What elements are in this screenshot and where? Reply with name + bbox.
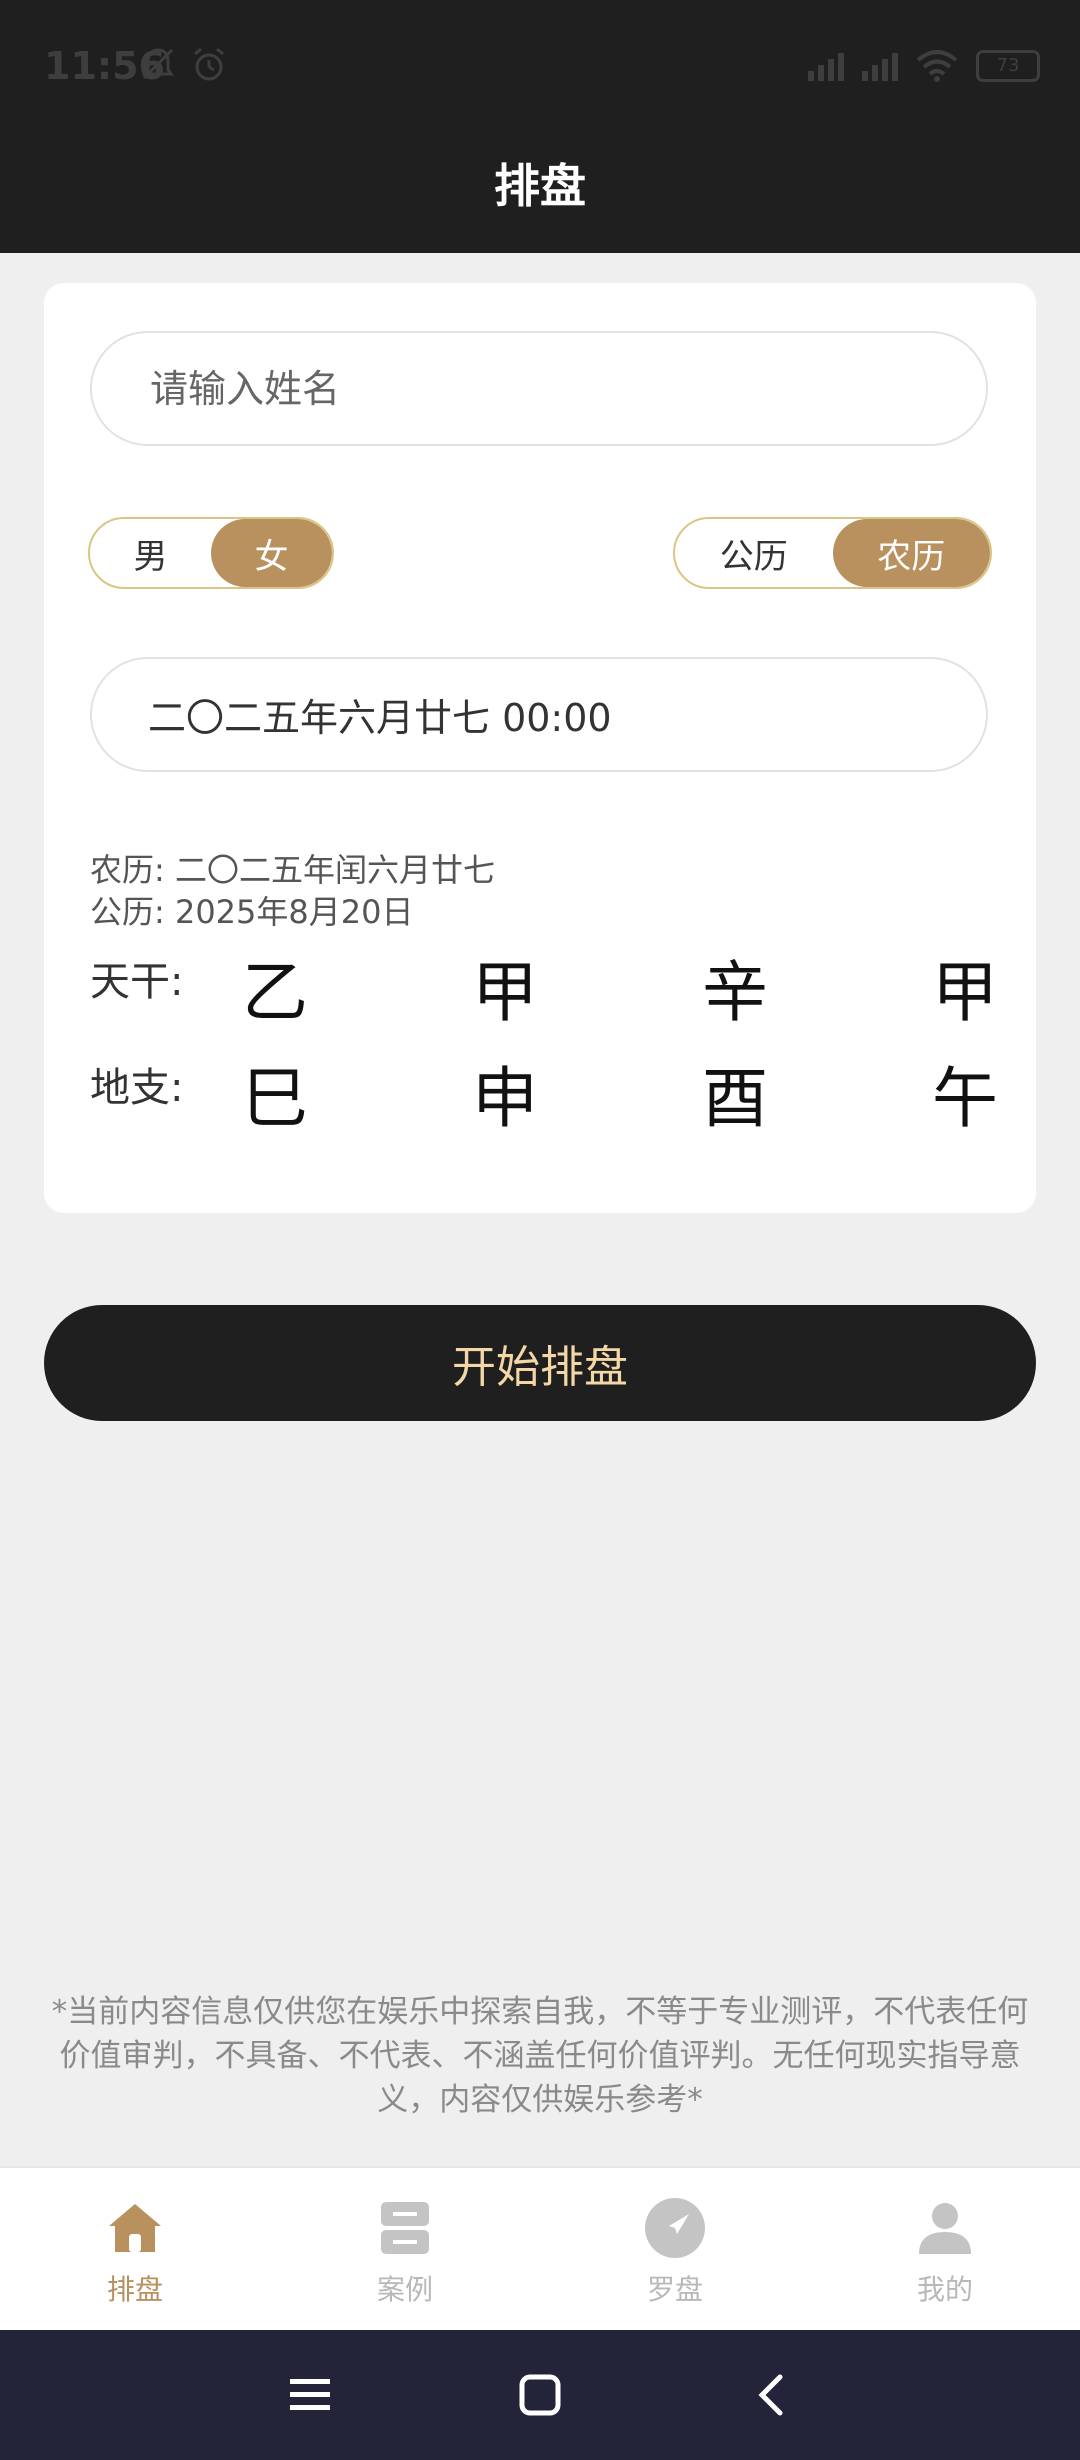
- calendar-toggle[interactable]: 公历 农历: [673, 517, 992, 589]
- status-right-icons: 73: [808, 50, 1040, 82]
- menu-icon: [290, 2379, 330, 2410]
- signal-icon: [808, 51, 844, 81]
- name-field[interactable]: [90, 331, 988, 446]
- tab-label: 我的: [916, 2273, 973, 2306]
- tiangan-label: 天干:: [90, 959, 184, 1005]
- tab-label: 罗盘: [646, 2273, 703, 2306]
- compass-icon: [645, 2198, 705, 2258]
- tiangan-char: 辛: [702, 954, 768, 1031]
- cases-icon: [381, 2202, 429, 2254]
- bottom-tab-bar: 排盘 案例 罗盘 我的: [0, 2166, 1080, 2332]
- tab-cases[interactable]: 案例: [270, 2168, 540, 2332]
- tab-paipan[interactable]: 排盘: [0, 2168, 270, 2332]
- name-input[interactable]: [148, 365, 986, 412]
- disclaimer-text: *当前内容信息仅供您在娱乐中探索自我，不等于专业测评，不代表任何价值审判，不具备…: [51, 1994, 1029, 2118]
- wifi-icon: [916, 50, 958, 82]
- notification-muted-icon: [142, 48, 174, 80]
- home-icon: [109, 2204, 161, 2252]
- status-left-icons: [140, 46, 228, 84]
- gender-female-option[interactable]: 女: [211, 519, 332, 587]
- system-nav-bar: [0, 2330, 1080, 2460]
- home-button[interactable]: [510, 2365, 570, 2425]
- back-chevron-icon: [758, 2374, 783, 2416]
- back-button[interactable]: [740, 2365, 800, 2425]
- solar-date-line: 公历: 2025年8月20日: [90, 893, 414, 931]
- tiangan-char: 甲: [932, 954, 998, 1031]
- tiangan-char: 乙: [242, 954, 308, 1031]
- square-icon: [519, 2374, 561, 2416]
- dizhi-char: 酉: [702, 1060, 768, 1137]
- status-bar: 11:56 73: [0, 0, 1080, 130]
- chart-form-card: 男 女 公历 农历 二〇二五年六月廿七 00:00 农历: 二〇二五年闰六月廿七…: [44, 283, 1036, 1213]
- start-chart-button[interactable]: 开始排盘: [44, 1305, 1036, 1421]
- profile-icon: [919, 2203, 971, 2254]
- dizhi-label: 地支:: [90, 1065, 184, 1111]
- tiangan-char: 甲: [472, 954, 538, 1031]
- datetime-field[interactable]: 二〇二五年六月廿七 00:00: [90, 657, 988, 772]
- signal-icon: [862, 51, 898, 81]
- tab-compass[interactable]: 罗盘: [540, 2168, 810, 2332]
- app-header: 排盘: [0, 130, 1080, 253]
- tab-label: 排盘: [106, 2273, 163, 2306]
- battery-icon: 73: [976, 50, 1040, 82]
- lunar-date-line: 农历: 二〇二五年闰六月廿七: [90, 851, 495, 889]
- alarm-icon: [194, 47, 224, 81]
- tab-label: 案例: [376, 2273, 433, 2306]
- tiangan-row: 天干: 乙 甲 辛 甲: [90, 933, 998, 1031]
- page-title: 排盘: [494, 159, 586, 213]
- calendar-lunar-option[interactable]: 农历: [832, 519, 990, 587]
- dizhi-row: 地支: 巳 申 酉 午: [90, 1039, 998, 1137]
- tab-profile[interactable]: 我的: [810, 2168, 1080, 2332]
- menu-button[interactable]: [280, 2365, 340, 2425]
- gender-male-option[interactable]: 男: [90, 519, 211, 587]
- dizhi-char: 巳: [242, 1060, 308, 1137]
- dizhi-char: 午: [932, 1060, 998, 1137]
- datetime-value: 二〇二五年六月廿七 00:00: [148, 696, 612, 740]
- calendar-solar-option[interactable]: 公历: [675, 519, 833, 587]
- dizhi-char: 申: [472, 1060, 538, 1137]
- gender-toggle[interactable]: 男 女: [88, 517, 334, 589]
